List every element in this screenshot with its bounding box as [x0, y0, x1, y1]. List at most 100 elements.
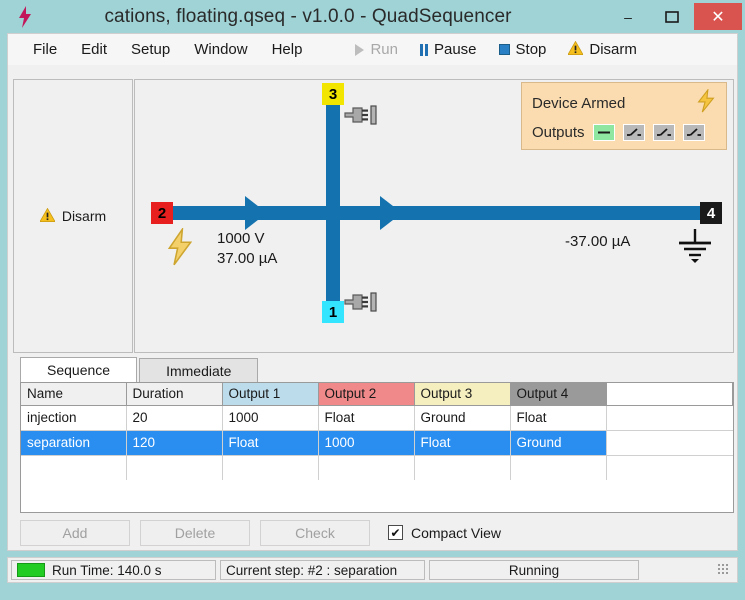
pause-icon: [419, 43, 428, 56]
checkbox-check-icon: ✔: [388, 525, 403, 540]
check-button[interactable]: Check: [260, 519, 370, 546]
circuit-diagram: 3 2 1000 V 37.00 µA 1 4 -37.00 µA Device…: [134, 79, 734, 353]
menu-window[interactable]: Window: [183, 38, 258, 61]
menu-setup[interactable]: Setup: [120, 38, 181, 61]
menu-bar: File Edit Setup Window Help Run Pause St…: [7, 33, 738, 65]
cell-output-3[interactable]: Float: [414, 430, 511, 456]
add-button[interactable]: Add: [20, 519, 130, 546]
table-empty-row: [21, 455, 733, 480]
minimize-button[interactable]: –: [606, 4, 650, 30]
table-header-row: Name Duration Output 1 Output 2 Output 3…: [21, 383, 733, 406]
unplugged-icon: [343, 104, 379, 131]
cell-empty: [606, 455, 733, 480]
cell-empty: [126, 455, 223, 480]
channel-4-label: 4: [706, 204, 716, 222]
side-disarm-button[interactable]: Disarm: [32, 204, 114, 229]
cell-filler: [606, 430, 733, 456]
cell-output-2[interactable]: 1000: [318, 430, 415, 456]
cell-empty: [510, 455, 607, 480]
stop-label: Stop: [515, 41, 547, 58]
warning-icon: [567, 40, 585, 59]
cell-duration[interactable]: 20: [126, 405, 223, 431]
cell-name[interactable]: injection: [21, 405, 127, 431]
device-armed-panel: Device Armed Outputs: [521, 82, 727, 150]
table-row[interactable]: injection 20 1000 Float Ground Float: [21, 405, 733, 431]
cell-output-4[interactable]: Float: [510, 405, 607, 431]
channel-3-label: 3: [328, 85, 338, 103]
channel-2-voltage: 1000 V: [217, 230, 265, 247]
cell-output-4[interactable]: Ground: [510, 430, 607, 456]
channel-1-label: 1: [328, 303, 338, 321]
channel-4-current: -37.00 µA: [565, 233, 631, 250]
tab-immediate[interactable]: Immediate: [139, 358, 259, 383]
delete-button[interactable]: Delete: [140, 519, 250, 546]
column-header-output-2[interactable]: Output 2: [318, 383, 415, 406]
client-area: Disarm 3 2 1000 V 37.00 µA 1 4 -37.00 µA…: [7, 65, 738, 551]
close-button[interactable]: ✕: [694, 3, 742, 30]
disarm-button[interactable]: Disarm: [560, 38, 645, 62]
cell-duration[interactable]: 120: [126, 430, 223, 456]
channel-2-current: 37.00 µA: [217, 250, 278, 267]
disarm-label: Disarm: [589, 41, 637, 58]
cell-empty: [414, 455, 511, 480]
channel-marker-2[interactable]: 2: [151, 202, 173, 224]
cell-filler: [606, 405, 733, 431]
resize-grip[interactable]: [718, 564, 730, 576]
window-title: cations, floating.qseq - v1.0.0 - QuadSe…: [104, 5, 512, 27]
cell-output-1[interactable]: 1000: [222, 405, 319, 431]
wire-vertical: [326, 102, 340, 302]
stop-button[interactable]: Stop: [491, 38, 555, 61]
cell-output-1[interactable]: Float: [222, 430, 319, 456]
tab-sequence[interactable]: Sequence: [20, 357, 138, 383]
lightning-bolt-icon: [696, 88, 716, 117]
stop-icon: [498, 44, 510, 55]
flow-arrow-left: [245, 196, 267, 230]
cell-output-2[interactable]: Float: [318, 405, 415, 431]
status-state: Running: [429, 560, 639, 580]
device-armed-label: Device Armed: [532, 94, 626, 112]
column-header-output-3[interactable]: Output 3: [414, 383, 511, 406]
warning-icon: [39, 207, 56, 225]
compact-view-checkbox[interactable]: ✔ Compact View: [388, 525, 501, 541]
column-header-output-1[interactable]: Output 1: [222, 383, 319, 406]
run-indicator-led: [17, 563, 45, 577]
cell-name[interactable]: separation: [21, 430, 127, 456]
channel-marker-4[interactable]: 4: [700, 202, 722, 224]
channel-marker-3[interactable]: 3: [322, 83, 344, 105]
run-label: Run: [370, 41, 398, 58]
output-indicator-3[interactable]: [652, 124, 675, 141]
menu-help[interactable]: Help: [261, 38, 314, 61]
run-button[interactable]: Run: [347, 38, 406, 61]
run-time-label: Run Time: 140.0 s: [52, 562, 162, 578]
outputs-label: Outputs: [532, 124, 585, 141]
pause-button[interactable]: Pause: [412, 38, 485, 61]
cell-empty: [222, 455, 319, 480]
menu-edit[interactable]: Edit: [70, 38, 118, 61]
title-bar: cations, floating.qseq - v1.0.0 - QuadSe…: [0, 0, 745, 33]
tab-bar: Sequence Immediate: [20, 357, 734, 383]
ground-icon: [673, 228, 717, 269]
column-header-output-4[interactable]: Output 4: [510, 383, 607, 406]
channel-marker-1[interactable]: 1: [322, 301, 344, 323]
sequence-table[interactable]: Name Duration Output 1 Output 2 Output 3…: [20, 382, 734, 513]
column-header-filler: [606, 383, 733, 406]
unplugged-icon: [343, 291, 379, 318]
output-indicator-1[interactable]: [592, 124, 615, 141]
cell-empty: [318, 455, 415, 480]
output-indicator-2[interactable]: [622, 124, 645, 141]
column-header-duration[interactable]: Duration: [126, 383, 223, 406]
table-row[interactable]: separation 120 Float 1000 Float Ground: [21, 430, 733, 456]
armed-status-row: Device Armed: [532, 88, 716, 117]
menu-file[interactable]: File: [22, 38, 68, 61]
status-bar: Run Time: 140.0 s Current step: #2 : sep…: [7, 557, 738, 583]
status-current-step: Current step: #2 : separation: [220, 560, 425, 580]
column-header-name[interactable]: Name: [21, 383, 127, 406]
cell-output-3[interactable]: Ground: [414, 405, 511, 431]
channel-2-label: 2: [157, 204, 167, 222]
lightning-bolt-icon: [165, 226, 195, 271]
flow-arrow-right: [380, 196, 402, 230]
output-indicator-4[interactable]: [682, 124, 705, 141]
maximize-button[interactable]: [650, 4, 694, 30]
status-run-time: Run Time: 140.0 s: [11, 560, 216, 580]
pause-label: Pause: [433, 41, 477, 58]
